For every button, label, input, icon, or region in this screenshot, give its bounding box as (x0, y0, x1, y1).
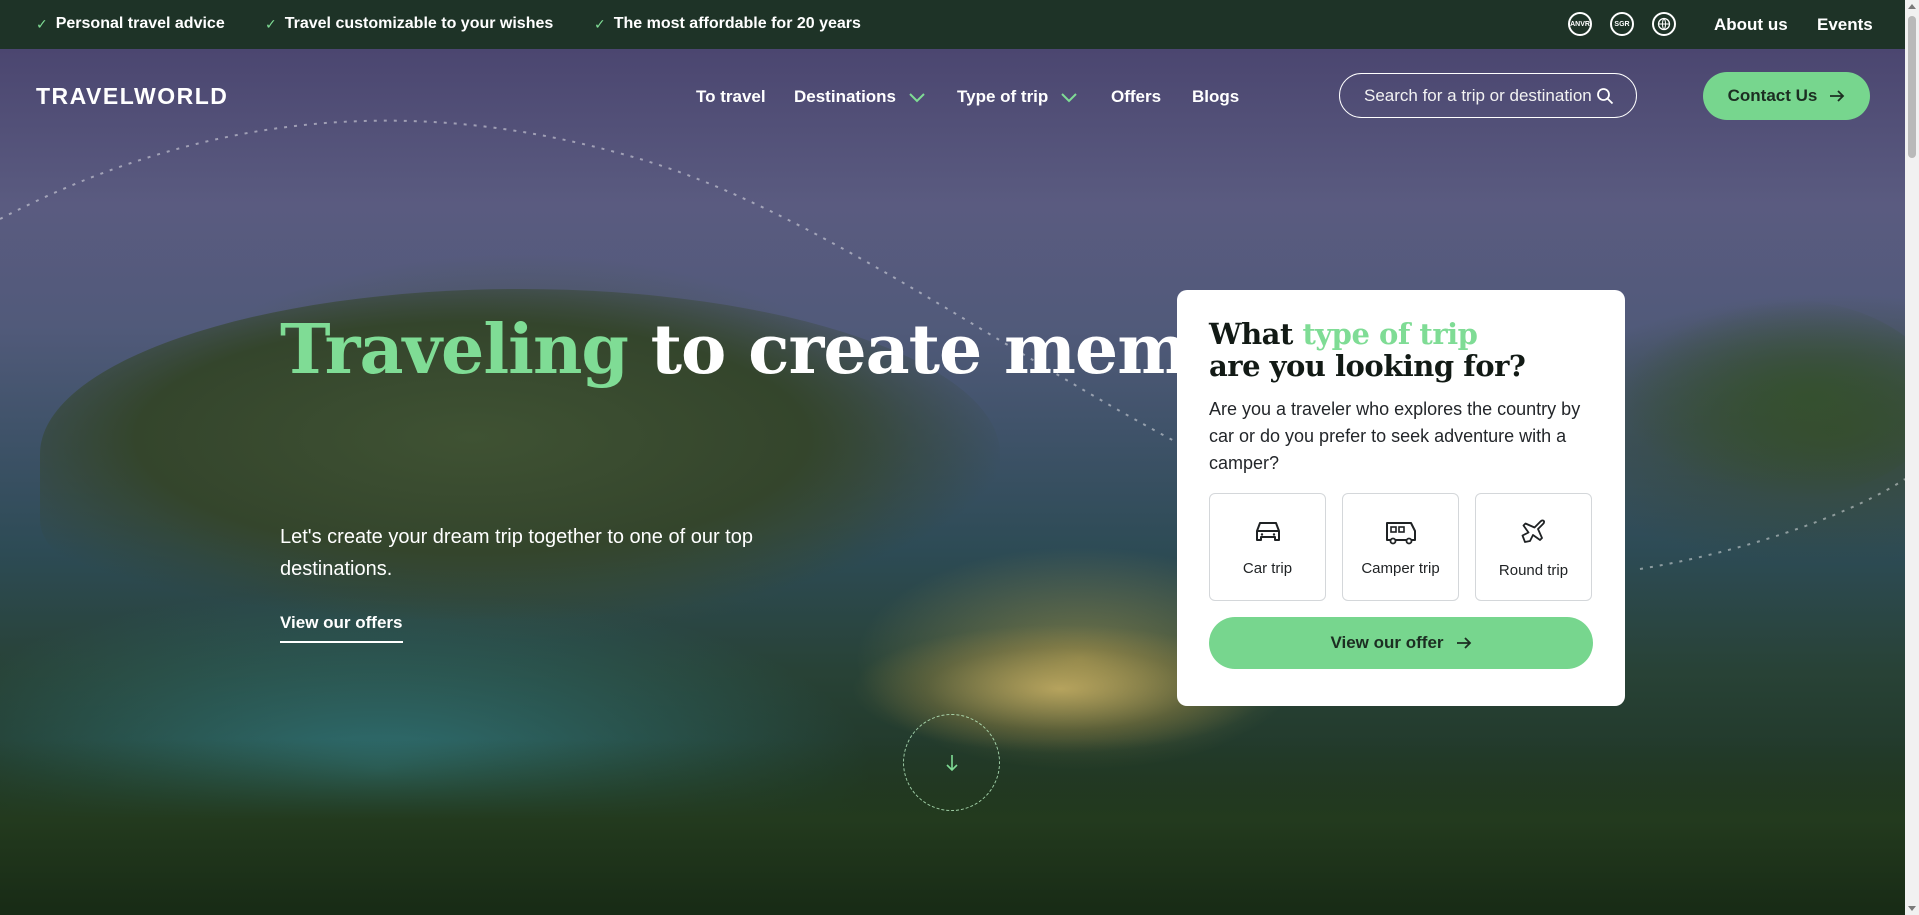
contact-us-button[interactable]: Contact Us (1703, 72, 1870, 120)
card-description: Are you a traveler who explores the coun… (1209, 399, 1581, 473)
arrow-right-icon (1830, 90, 1845, 102)
usp-item: ✓ The most affordable for 20 years (594, 15, 861, 33)
usp-label: The most affordable for 20 years (613, 15, 861, 32)
hero-background-island-right (1620, 299, 1905, 499)
events-link[interactable]: Events (1817, 15, 1873, 35)
cta-label: View our offer (1330, 633, 1444, 652)
search-input[interactable] (1362, 84, 1596, 107)
option-label: Round trip (1498, 562, 1569, 579)
trip-options: Car trip Camper trip Round trip (1209, 493, 1593, 601)
nav-label: To travel (696, 87, 766, 106)
usp-item: ✓ Personal travel advice (36, 15, 225, 33)
search-box[interactable] (1339, 73, 1637, 118)
contact-label: Contact Us (1727, 86, 1818, 105)
card-title-start: What (1209, 317, 1303, 351)
card-title-highlight: type of trip (1302, 317, 1478, 351)
check-icon: ✓ (36, 15, 48, 32)
hero-section: TRAVELWORLD To travel Destinations Type … (0, 49, 1905, 915)
top-usp-bar: ✓ Personal travel advice ✓ Travel custom… (0, 0, 1905, 49)
scrollbar-thumb[interactable] (1908, 16, 1916, 158)
check-icon: ✓ (265, 15, 277, 32)
car-trip-option[interactable]: Car trip (1209, 493, 1326, 601)
check-icon: ✓ (594, 15, 606, 32)
page-scrollbar[interactable] (1905, 0, 1919, 915)
arrow-right-icon (1456, 637, 1471, 649)
view-offer-button[interactable]: View our offer (1209, 617, 1593, 669)
card-title: What type of trip are you looking for? (1209, 318, 1593, 382)
chevron-down-icon (909, 93, 925, 103)
globe-badge-icon (1652, 12, 1676, 36)
option-label: Car trip (1242, 560, 1293, 577)
nav-destinations[interactable]: Destinations (794, 87, 926, 107)
anvr-badge-icon: ANVR (1568, 12, 1592, 36)
sgr-badge-icon: SGR (1610, 12, 1634, 36)
certification-badges: ANVR SGR (1568, 12, 1676, 36)
nav-label: Offers (1111, 87, 1162, 106)
search-icon[interactable] (1596, 87, 1614, 105)
plane-icon (1521, 519, 1545, 543)
card-title-end: are you looking for? (1209, 349, 1526, 383)
page: ✓ Personal travel advice ✓ Travel custom… (0, 0, 1905, 915)
nav-offers[interactable]: Offers (1111, 87, 1161, 107)
usp-item: ✓ Travel customizable to your wishes (265, 15, 553, 33)
view-offers-link[interactable]: View our offers (280, 613, 403, 643)
option-label: Camper trip (1361, 560, 1440, 577)
arrow-down-icon (945, 754, 958, 771)
usp-label: Travel customizable to your wishes (284, 15, 554, 32)
scroll-down-button[interactable] (903, 714, 1000, 811)
scroll-down-arrow-icon[interactable] (1908, 906, 1916, 911)
hero-subtitle: Let's create your dream trip together to… (280, 526, 753, 580)
nav-label: Blogs (1192, 87, 1240, 106)
nav-to-travel[interactable]: To travel (696, 87, 766, 107)
hero-title-highlight: Traveling (280, 310, 629, 390)
usp-label: Personal travel advice (55, 15, 225, 32)
car-icon (1255, 522, 1280, 541)
trip-type-card: What type of trip are you looking for? Ar… (1177, 290, 1625, 706)
travelworld-logo[interactable]: TRAVELWORLD (36, 83, 228, 110)
camper-trip-option[interactable]: Camper trip (1342, 493, 1459, 601)
chevron-down-icon (1061, 93, 1078, 103)
nav-type-of-trip[interactable]: Type of trip (957, 87, 1078, 107)
nav-blogs[interactable]: Blogs (1192, 87, 1239, 107)
round-trip-option[interactable]: Round trip (1475, 493, 1592, 601)
nav-label: Destinations (794, 87, 897, 106)
scroll-up-arrow-icon[interactable] (1908, 4, 1916, 9)
camper-icon (1385, 522, 1416, 545)
about-us-link[interactable]: About us (1714, 15, 1788, 35)
nav-label: Type of trip (957, 87, 1049, 106)
